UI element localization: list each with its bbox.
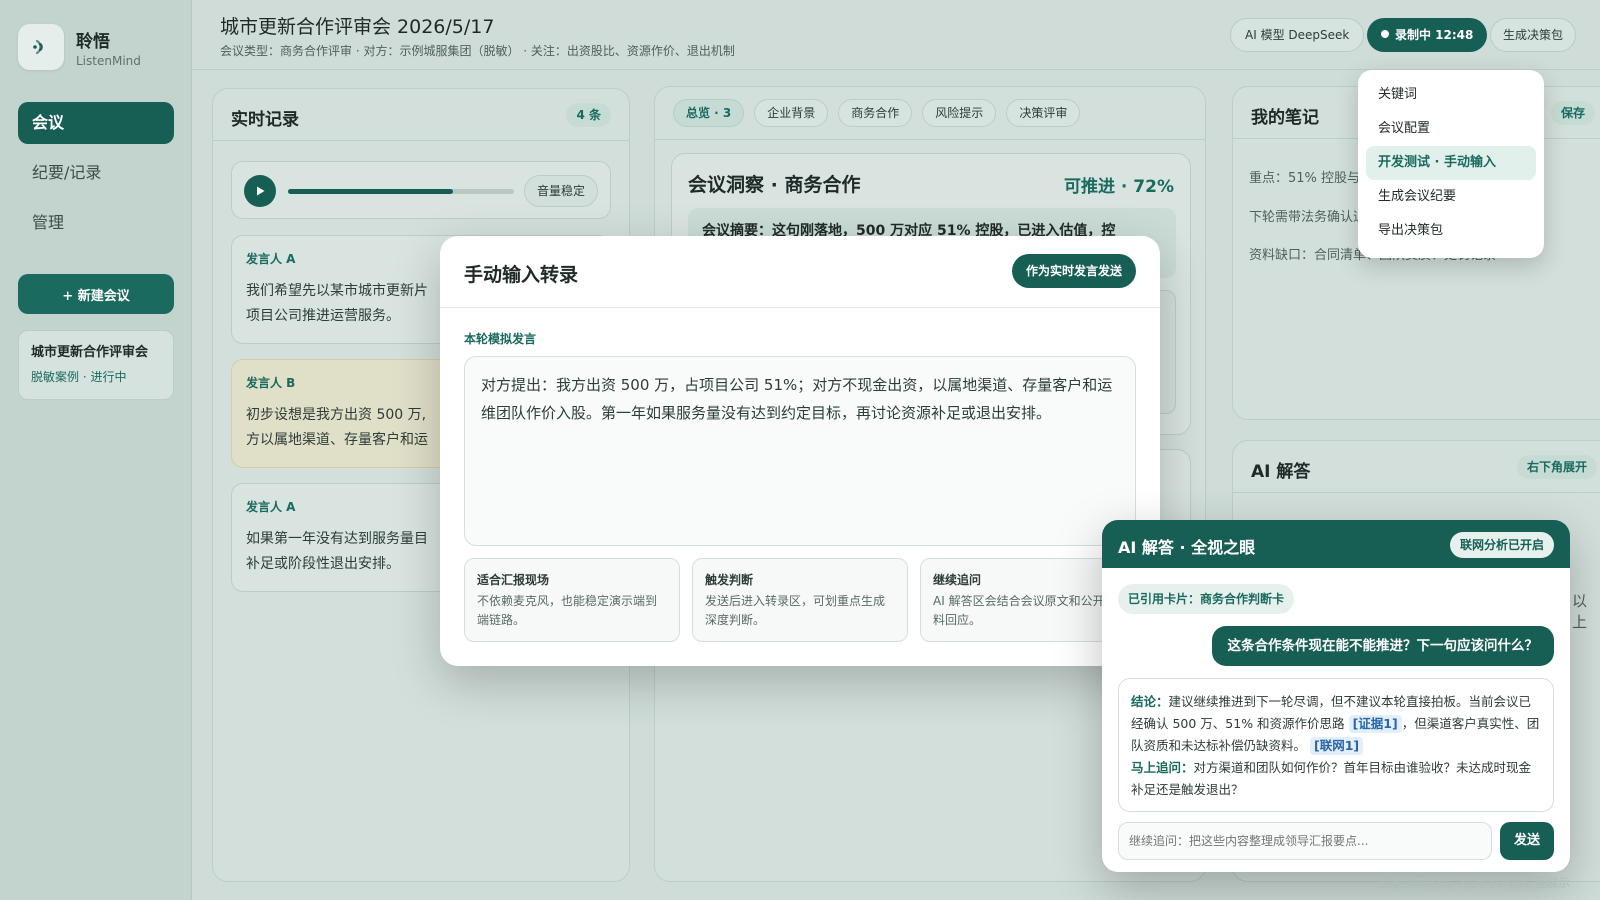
- send-as-live-speech-button[interactable]: 作为实时发言发送: [1011, 254, 1136, 288]
- modal-title: 手动输入转录: [464, 264, 579, 286]
- realtime-title: 实时记录: [231, 110, 299, 130]
- new-meeting-button[interactable]: + 新建会议: [18, 274, 174, 314]
- recent-meeting-status: 脱敏案例 · 进行中: [31, 370, 127, 384]
- notes-title: 我的笔记: [1251, 108, 1319, 128]
- recent-meeting-card[interactable]: 城市更新合作评审会 脱敏案例 · 进行中: [18, 330, 174, 400]
- sidebar: 聆悟 ListenMind 会议 纪要/记录 管理 + 新建会议 城市更新合作评…: [0, 0, 192, 900]
- tab-overview[interactable]: 总览 · 3: [673, 99, 745, 127]
- menu-item-meeting-config[interactable]: 会议配置: [1366, 112, 1536, 146]
- transcript-textarea[interactable]: 对方提出：我方出资 500 万，占项目公司 51%；对方不现金出资，以属地渠道、…: [464, 356, 1136, 546]
- tip-title: 继续追问: [933, 573, 982, 587]
- record-dot-icon: [1381, 30, 1389, 38]
- generate-package-button[interactable]: 生成决策包: [1490, 18, 1577, 52]
- tip-card: 触发判断 发送后进入转录区，可划重点生成深度判断。: [692, 558, 908, 642]
- meeting-meta: 会议类型：商务合作评审 · 对方：示例城服集团（脱敏） · 关注：出资股比、资源…: [220, 44, 735, 58]
- nav-item-meetings[interactable]: 会议: [18, 102, 174, 144]
- tab-company-background[interactable]: 企业背景: [754, 99, 829, 127]
- ai-panel-title: AI 解答: [1251, 462, 1311, 482]
- brand: 聆悟 ListenMind: [18, 24, 141, 70]
- nav-item-admin[interactable]: 管理: [18, 202, 174, 244]
- cited-card-chip[interactable]: 已引用卡片：商务合作判断卡: [1118, 584, 1295, 614]
- conclusion-key: 结论：: [1131, 694, 1169, 709]
- followup-input[interactable]: [1118, 822, 1492, 860]
- insight-score: 可推进 · 72%: [1064, 177, 1174, 197]
- menu-item-keywords[interactable]: 关键词: [1366, 78, 1536, 112]
- ai-chat-window: AI 解答 · 全视之眼 联网分析已开启 已引用卡片：商务合作判断卡 这条合作条…: [1102, 520, 1570, 872]
- recent-meeting-title: 城市更新合作评审会: [31, 345, 149, 360]
- tab-decision-review[interactable]: 决策评审: [1006, 99, 1081, 127]
- page-header: 城市更新合作评审会 2026/5/17 会议类型：商务合作评审 · 对方：示例城…: [192, 0, 1600, 70]
- tab-business-cooperation[interactable]: 商务合作: [838, 99, 913, 127]
- audio-progress-fill: [288, 189, 453, 194]
- tip-card: 适合汇报现场 不依赖麦克风，也能稳定演示端到端链路。: [464, 558, 680, 642]
- web-citation[interactable]: [联网1]: [1310, 737, 1364, 755]
- recording-chip[interactable]: 录制中 12:48: [1367, 18, 1488, 52]
- audio-progress[interactable]: [288, 189, 514, 194]
- modal-field-label: 本轮模拟发言: [464, 332, 537, 346]
- tip-text: 不依赖麦克风，也能稳定演示端到端链路。: [477, 594, 658, 627]
- evidence-citation[interactable]: [证据1]: [1348, 715, 1402, 733]
- volume-status-chip: 音量稳定: [523, 175, 598, 207]
- brand-name: 聆悟: [76, 31, 110, 52]
- notes-save-badge[interactable]: 保存: [1551, 101, 1596, 125]
- tip-title: 触发判断: [705, 573, 754, 587]
- logo-icon: [18, 24, 64, 70]
- manual-transcript-modal: 手动输入转录 作为实时发言发送 本轮模拟发言 对方提出：我方出资 500 万，占…: [440, 236, 1160, 666]
- record-count-badge: 4 条: [566, 103, 611, 127]
- recording-label: 录制中 12:48: [1395, 28, 1474, 42]
- chat-title: AI 解答 · 全视之眼: [1118, 538, 1256, 557]
- page-title: 城市更新合作评审会 2026/5/17: [220, 16, 495, 38]
- dev-menu-dropdown: 关键词 会议配置 开发测试 · 手动输入 生成会议纪要 导出决策包: [1358, 70, 1544, 258]
- audio-player: 音量稳定: [231, 161, 611, 219]
- followup-key: 马上追问：: [1131, 760, 1194, 775]
- play-button[interactable]: [244, 175, 276, 207]
- main-nav: 会议 纪要/记录 管理: [18, 102, 174, 252]
- tip-text: 发送后进入转录区，可划重点生成深度判断。: [705, 594, 886, 627]
- ai-panel-edge-text: 以上: [1572, 592, 1588, 631]
- insight-tabs: 总览 · 3 企业背景 商务合作 风险提示 决策评审: [673, 99, 1090, 127]
- menu-item-manual-input[interactable]: 开发测试 · 手动输入: [1366, 146, 1536, 180]
- menu-item-export-package[interactable]: 导出决策包: [1366, 214, 1536, 248]
- ai-model-chip[interactable]: AI 模型 DeepSeek: [1230, 18, 1365, 52]
- brand-subtitle: ListenMind: [76, 53, 141, 68]
- insight-title: 会议洞察 · 商务合作: [688, 174, 861, 196]
- ai-answer-message: 结论：建议继续推进到下一轮尽调，但不建议本轮直接拍板。当前会议已经确认 500 …: [1118, 678, 1554, 812]
- tip-title: 适合汇报现场: [477, 573, 550, 587]
- play-icon: [257, 186, 265, 196]
- expand-corner-badge[interactable]: 右下角展开: [1517, 455, 1598, 479]
- menu-item-generate-minutes[interactable]: 生成会议纪要: [1366, 180, 1536, 214]
- footer-note: 脱敏演示案例，仅用于产品汇报展示: [1378, 876, 1571, 890]
- user-message: 这条合作条件现在能不能推进？下一句应该问什么？: [1211, 626, 1554, 666]
- tab-risk-alerts[interactable]: 风险提示: [922, 99, 997, 127]
- tip-text: AI 解答区会结合会议原文和公开资料回应。: [933, 594, 1117, 627]
- nav-item-minutes[interactable]: 纪要/记录: [18, 152, 174, 194]
- chat-send-button[interactable]: 发送: [1500, 822, 1554, 860]
- web-analysis-badge[interactable]: 联网分析已开启: [1449, 532, 1554, 558]
